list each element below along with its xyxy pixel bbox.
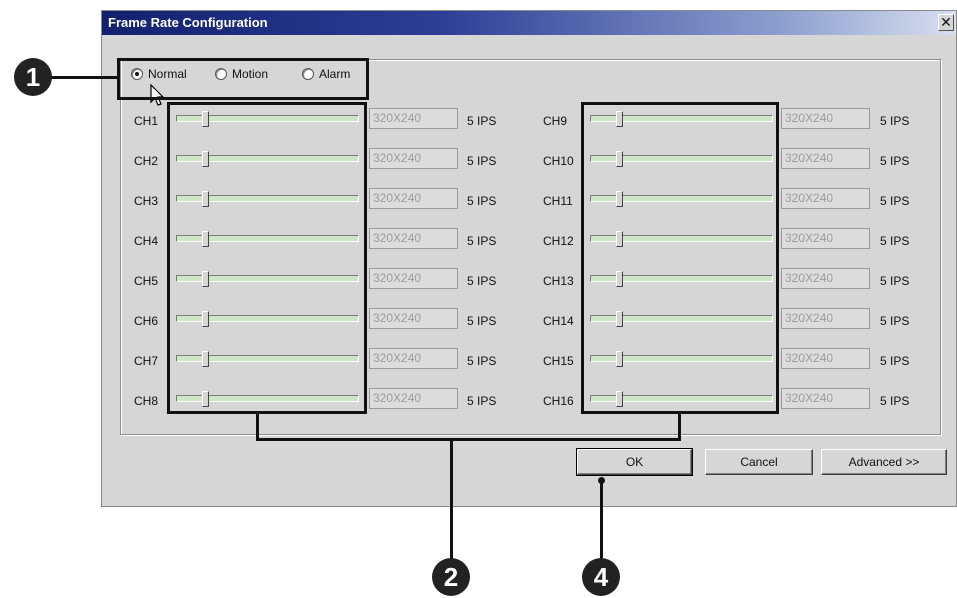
ch1-label: CH1 (134, 114, 159, 128)
ch11-rate-label: 5 IPS (880, 194, 910, 208)
ch8-resolution-field: 320X240 (369, 388, 458, 409)
ch14-rate-label: 5 IPS (880, 314, 910, 328)
dialog-title: Frame Rate Configuration (108, 15, 268, 30)
ch11-resolution-field: 320X240 (781, 188, 870, 209)
ch5-rate-label: 5 IPS (467, 274, 497, 288)
ch8-rate-label: 5 IPS (467, 394, 497, 408)
ch3-resolution-field: 320X240 (369, 188, 458, 209)
ch9-rate-label: 5 IPS (880, 114, 910, 128)
cancel-button[interactable]: Cancel (705, 449, 813, 475)
ch1-resolution-field: 320X240 (369, 108, 458, 129)
ch6-resolution-field: 320X240 (369, 308, 458, 329)
ch4-resolution-field: 320X240 (369, 228, 458, 249)
callout-1-leader (48, 76, 118, 79)
ch2-rate-label: 5 IPS (467, 154, 497, 168)
callout-4-leader (600, 480, 603, 560)
ch10-resolution-field: 320X240 (781, 148, 870, 169)
ch15-resolution-field: 320X240 (781, 348, 870, 369)
bracket-right-stem (678, 413, 681, 441)
ch5-label: CH5 (134, 274, 159, 288)
left-sliders-highlight-box (167, 102, 367, 414)
callout-2-badge: 2 (432, 558, 470, 596)
close-button[interactable]: ✕ (938, 14, 954, 31)
title-bar: Frame Rate Configuration ✕ (102, 11, 956, 35)
callout-4-badge: 4 (582, 558, 620, 596)
ch15-rate-label: 5 IPS (880, 354, 910, 368)
ch11-label: CH11 (543, 194, 573, 208)
ch14-resolution-field: 320X240 (781, 308, 870, 329)
ch9-label: CH9 (543, 114, 568, 128)
ch1-rate-label: 5 IPS (467, 114, 497, 128)
ch3-rate-label: 5 IPS (467, 194, 497, 208)
ch4-label: CH4 (134, 234, 159, 248)
ch8-label: CH8 (134, 394, 159, 408)
ch15-label: CH15 (543, 354, 574, 368)
ch5-resolution-field: 320X240 (369, 268, 458, 289)
ch7-rate-label: 5 IPS (467, 354, 497, 368)
ch7-label: CH7 (134, 354, 159, 368)
ch13-label: CH13 (543, 274, 574, 288)
mode-highlight-box (117, 58, 369, 100)
ch7-resolution-field: 320X240 (369, 348, 458, 369)
ch14-label: CH14 (543, 314, 574, 328)
ch13-resolution-field: 320X240 (781, 268, 870, 289)
ch2-resolution-field: 320X240 (369, 148, 458, 169)
ch12-resolution-field: 320X240 (781, 228, 870, 249)
ok-button[interactable]: OK (576, 448, 693, 476)
ch10-rate-label: 5 IPS (880, 154, 910, 168)
ch12-rate-label: 5 IPS (880, 234, 910, 248)
ch13-rate-label: 5 IPS (880, 274, 910, 288)
bracket-left-stem (256, 413, 259, 441)
bracket-bar (256, 438, 681, 441)
ch12-label: CH12 (543, 234, 574, 248)
ch16-resolution-field: 320X240 (781, 388, 870, 409)
ch10-label: CH10 (543, 154, 574, 168)
ch9-resolution-field: 320X240 (781, 108, 870, 129)
ch16-rate-label: 5 IPS (880, 394, 910, 408)
ch2-label: CH2 (134, 154, 159, 168)
ch3-label: CH3 (134, 194, 159, 208)
callout-1-badge: 1 (14, 58, 52, 96)
right-sliders-highlight-box (581, 102, 779, 414)
advanced-button[interactable]: Advanced >> (821, 449, 947, 475)
ch6-rate-label: 5 IPS (467, 314, 497, 328)
ch16-label: CH16 (543, 394, 574, 408)
ch4-rate-label: 5 IPS (467, 234, 497, 248)
callout-2-leader (450, 438, 453, 560)
ch6-label: CH6 (134, 314, 159, 328)
